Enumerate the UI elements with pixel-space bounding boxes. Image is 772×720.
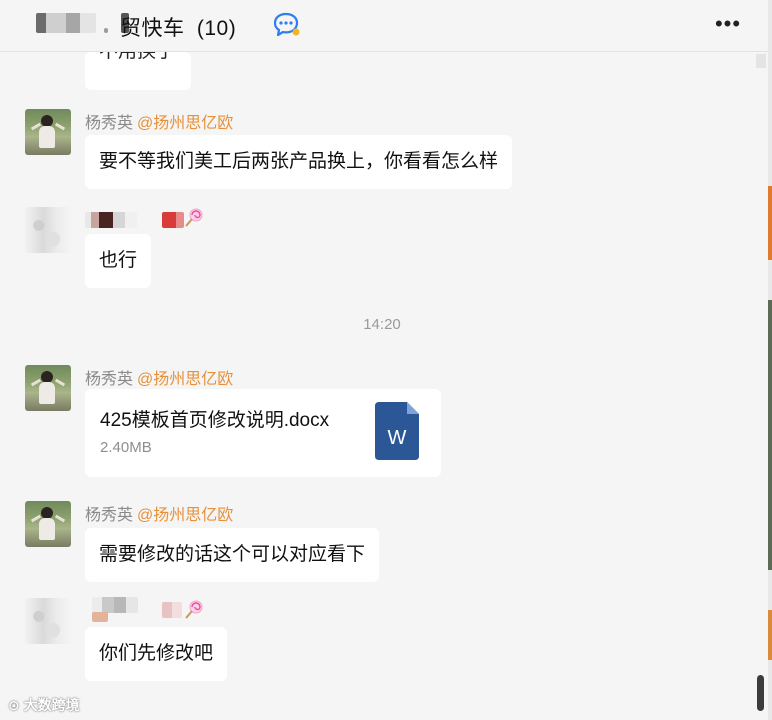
blurred-sender-name [92, 612, 108, 622]
message-bubble[interactable]: 也行 [85, 234, 152, 288]
message-bubble[interactable]: 要不等我们美工后两张产品换上，你看看怎么样 [85, 135, 513, 189]
word-doc-icon: W [375, 402, 419, 460]
chat-header: 贸快车 (10) ••• [0, 0, 768, 52]
avatar[interactable] [25, 501, 71, 547]
avatar[interactable] [25, 365, 71, 411]
sender-name: 杨秀英 [85, 115, 134, 132]
scrollbar-cap [756, 54, 766, 68]
mention-tag[interactable]: @扬州思亿欧 [137, 115, 233, 132]
chat-bubble-icon[interactable] [272, 11, 302, 39]
message-bubble[interactable]: 需要修改的话这个可以对应看下 [85, 528, 380, 582]
sender-name: 杨秀英 [85, 371, 134, 388]
blurred-group-name-part [104, 28, 108, 33]
watermark: ⊙ 大数跨境 [8, 697, 80, 713]
lollipop-emoji-icon [185, 208, 203, 227]
group-title[interactable]: 贸快车 (10) [120, 12, 236, 42]
window-edge-segment [768, 186, 772, 260]
mention-tag[interactable]: @扬州思亿欧 [137, 371, 233, 388]
more-icon[interactable]: ••• [712, 10, 744, 38]
mention-tag[interactable]: @扬州思亿欧 [137, 507, 233, 524]
blurred-group-name [36, 13, 96, 33]
avatar-blurred[interactable] [25, 207, 71, 253]
blurred-sender-name [162, 602, 182, 618]
avatar-blurred[interactable] [25, 598, 71, 644]
member-count: (10) [196, 17, 237, 40]
sender-line: 杨秀英 @扬州思亿欧 [85, 365, 233, 389]
window-edge-segment [768, 610, 772, 660]
avatar[interactable] [25, 109, 71, 155]
svg-text:W: W [388, 427, 407, 449]
window-edge-segment [768, 300, 772, 570]
file-size: 2.40MB [100, 439, 152, 456]
message-bubble-partial[interactable]: 不用换了 [85, 52, 191, 90]
blurred-sender-name [162, 212, 184, 228]
sender-line: 杨秀英 @扬州思亿欧 [85, 109, 233, 133]
sender-line: 杨秀英 @扬州思亿欧 [85, 501, 233, 525]
blurred-sender-name [85, 212, 137, 228]
timestamp: 14:20 [363, 316, 401, 333]
message-bubble[interactable]: 你们先修改吧 [85, 627, 228, 681]
scrollbar-thumb[interactable] [757, 675, 764, 711]
file-attachment[interactable]: 425模板首页修改说明.docx 2.40MB W [85, 389, 441, 477]
lollipop-emoji-icon [185, 600, 203, 619]
blurred-sender-name [92, 597, 138, 613]
sender-name: 杨秀英 [85, 507, 134, 524]
file-name: 425模板首页修改说明.docx [100, 410, 330, 431]
watermark-logo-icon: ⊙ [8, 697, 20, 713]
group-name: 贸快车 [120, 17, 185, 40]
